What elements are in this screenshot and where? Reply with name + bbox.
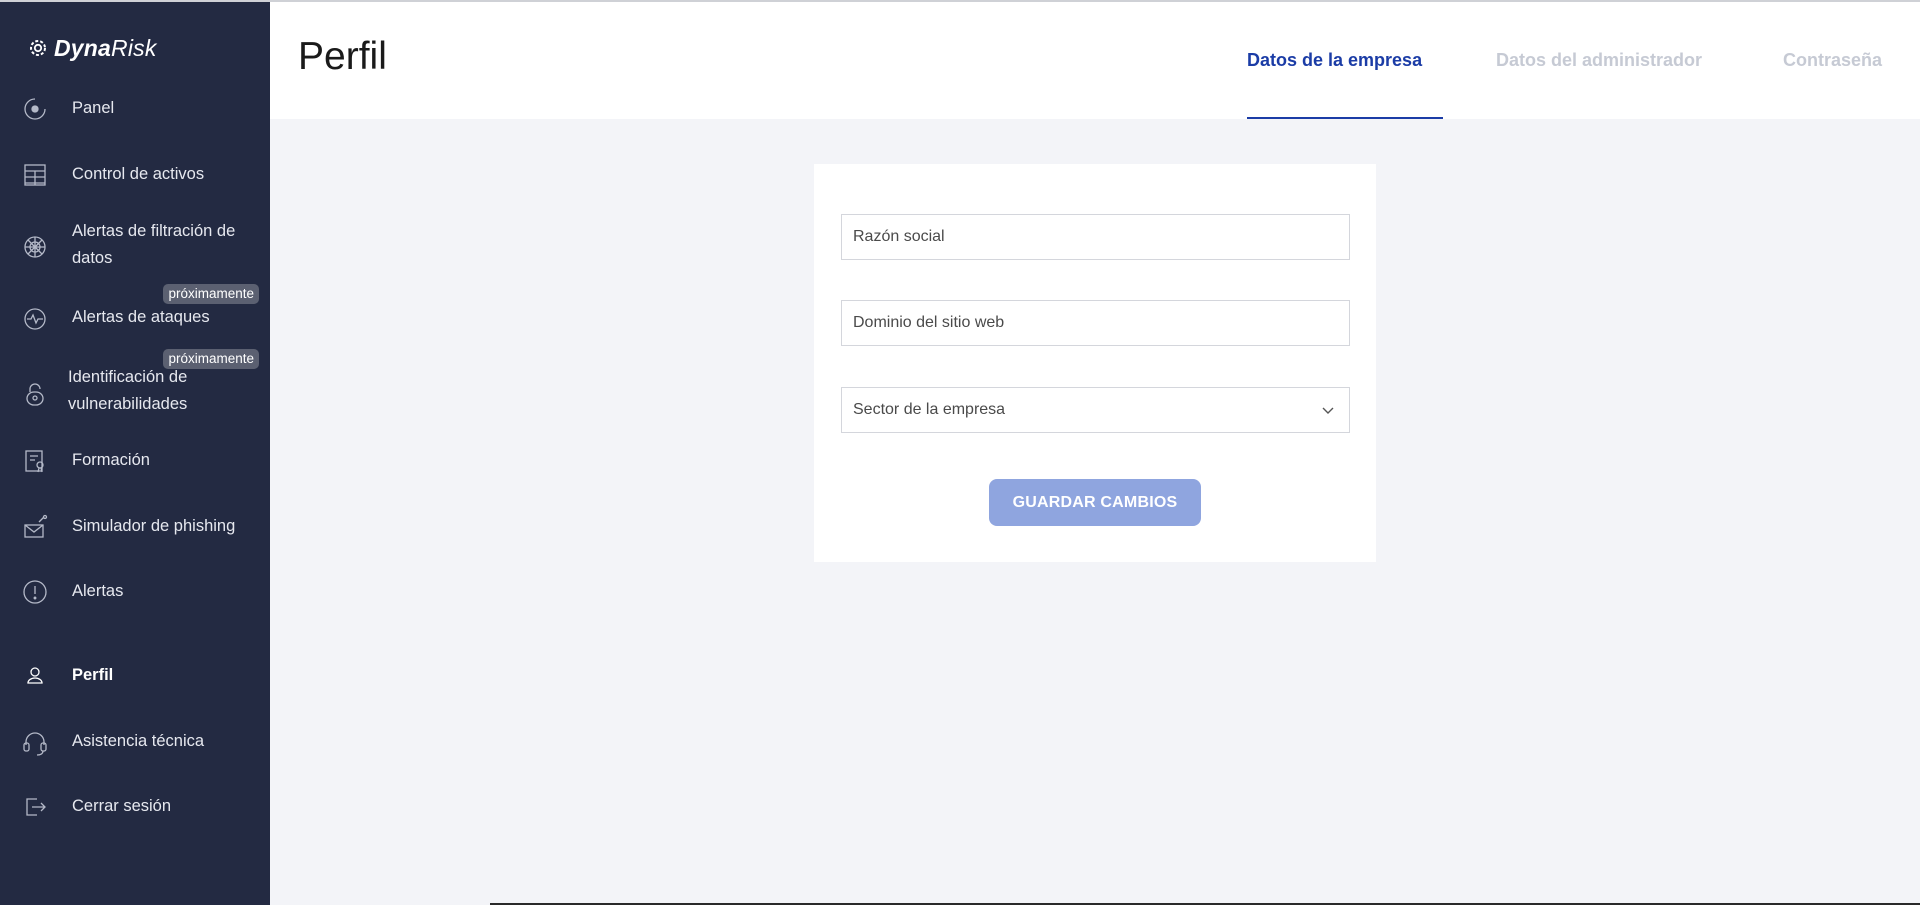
sidebar-item-label: Alertas de ataques bbox=[72, 308, 210, 326]
company-name-field[interactable]: Razón social bbox=[841, 214, 1350, 260]
pulse-icon bbox=[20, 304, 50, 334]
sidebar-item-alertas-filtracion[interactable]: Alertas de filtración de datos bbox=[0, 214, 270, 280]
sidebar: DynaRisk Panel Control de activos Alerta… bbox=[0, 2, 270, 905]
sidebar-item-alertas[interactable]: Alertas bbox=[0, 567, 270, 617]
website-domain-field[interactable]: Dominio del sitio web bbox=[841, 300, 1350, 346]
sector-select[interactable]: Sector de la empresa bbox=[841, 387, 1350, 433]
chevron-down-icon bbox=[1321, 403, 1335, 417]
phishing-icon bbox=[20, 512, 50, 542]
sidebar-item-label: Simulador de phishing bbox=[72, 517, 236, 535]
sidebar-item-label: Formación bbox=[72, 451, 150, 469]
sector-placeholder: Sector de la empresa bbox=[853, 401, 1006, 418]
gear-logo-icon bbox=[30, 40, 46, 56]
sidebar-item-label: Perfil bbox=[72, 666, 114, 684]
tab-datos-empresa[interactable]: Datos de la empresa bbox=[1247, 50, 1422, 71]
headset-icon bbox=[20, 727, 50, 757]
certificate-icon bbox=[20, 446, 50, 476]
sidebar-item-cerrar-sesion[interactable]: Cerrar sesión bbox=[0, 782, 270, 832]
alert-icon bbox=[20, 577, 50, 607]
sidebar-item-formacion[interactable]: Formación bbox=[0, 436, 270, 486]
sidebar-item-control-de-activos[interactable]: Control de activos bbox=[0, 150, 270, 200]
company-form-card: Razón social Dominio del sitio web Secto… bbox=[814, 164, 1376, 562]
web-icon bbox=[20, 232, 50, 262]
sidebar-item-label: Panel bbox=[72, 99, 115, 117]
sidebar-item-identificacion-vulnerabilidades[interactable]: próximamente Identificación de vulnerabi… bbox=[0, 349, 270, 421]
dashboard-icon bbox=[20, 94, 50, 124]
active-tab-indicator bbox=[1247, 117, 1443, 119]
brand-name: DynaRisk bbox=[54, 34, 157, 61]
top-border bbox=[0, 0, 1920, 2]
sidebar-item-label: Alertas bbox=[72, 582, 124, 600]
tab-datos-administrador[interactable]: Datos del administrador bbox=[1496, 50, 1702, 71]
sidebar-item-perfil[interactable]: Perfil bbox=[0, 651, 270, 701]
table-icon bbox=[20, 160, 50, 190]
website-domain-placeholder: Dominio del sitio web bbox=[853, 314, 1005, 331]
sidebar-item-simulador-phishing[interactable]: Simulador de phishing bbox=[0, 502, 270, 552]
sidebar-item-label: Identificación de vulnerabilidades bbox=[68, 368, 188, 413]
sidebar-item-panel[interactable]: Panel bbox=[0, 84, 270, 134]
sidebar-item-label: Asistencia técnica bbox=[72, 732, 205, 750]
company-name-placeholder: Razón social bbox=[853, 228, 945, 245]
brand-logo[interactable]: DynaRisk bbox=[26, 34, 157, 62]
sidebar-item-alertas-ataques[interactable]: próximamente Alertas de ataques bbox=[0, 284, 270, 346]
page-title: Perfil bbox=[298, 35, 387, 78]
page-header: Perfil Datos de la empresa Datos del adm… bbox=[270, 2, 1920, 119]
sidebar-item-label: Cerrar sesión bbox=[72, 797, 172, 815]
lock-icon bbox=[20, 379, 50, 409]
save-changes-button[interactable]: GUARDAR CAMBIOS bbox=[989, 479, 1201, 526]
user-icon bbox=[20, 661, 50, 691]
sidebar-item-asistencia-tecnica[interactable]: Asistencia técnica bbox=[0, 717, 270, 767]
coming-soon-badge: próximamente bbox=[163, 284, 259, 304]
tab-contrasena[interactable]: Contraseña bbox=[1783, 50, 1882, 71]
sidebar-item-label: Control de activos bbox=[72, 165, 205, 183]
sidebar-item-label: Alertas de filtración de datos bbox=[72, 222, 236, 267]
logout-icon bbox=[20, 792, 50, 822]
